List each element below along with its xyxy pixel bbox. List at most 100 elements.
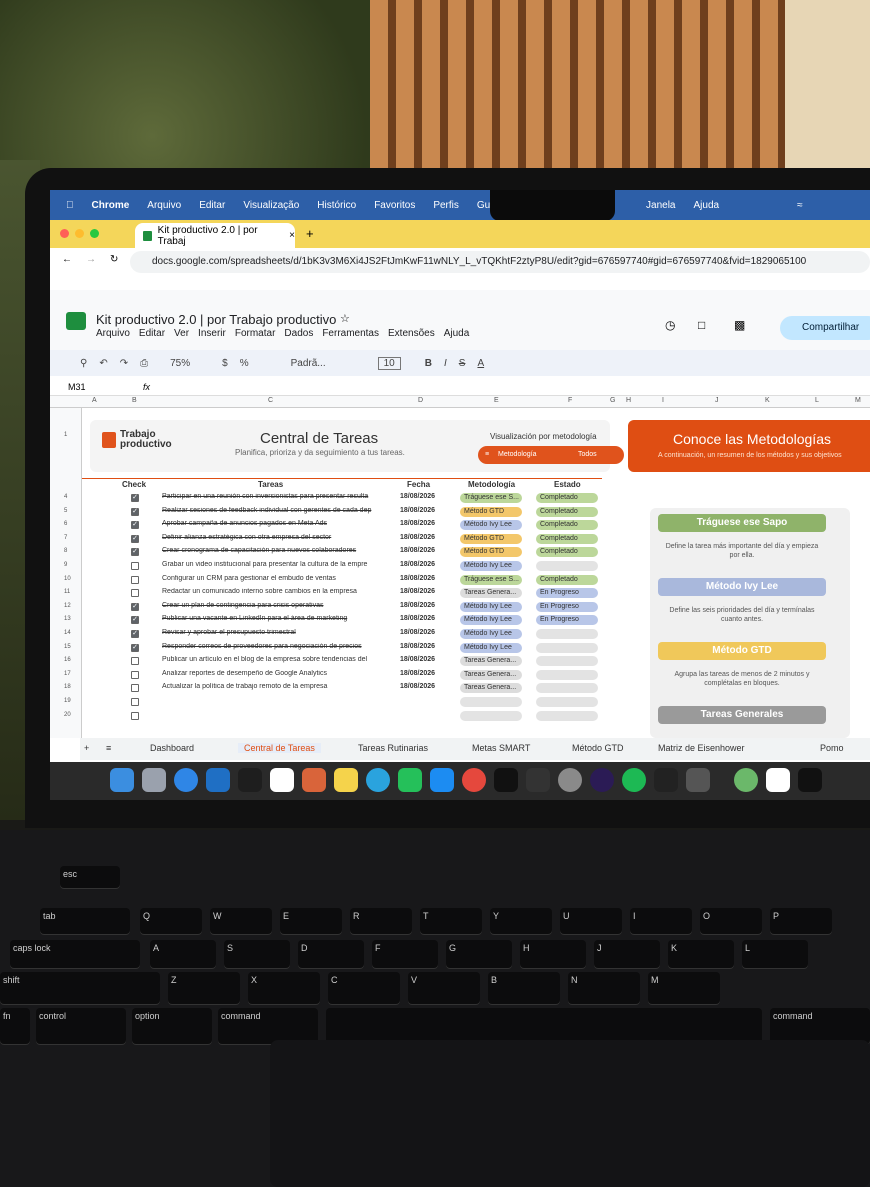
tab-metodo-gtd[interactable]: Método GTD (572, 743, 624, 753)
strikethrough-icon[interactable]: S (459, 358, 466, 369)
task-name[interactable]: Configurar un CRM para gestionar el embu… (162, 575, 382, 582)
terminal-icon[interactable] (798, 768, 822, 792)
task-name[interactable]: Analizar reportes de desempeño de Google… (162, 670, 382, 677)
wifi-icon[interactable]: ≈ (797, 200, 803, 211)
menu-perfis[interactable]: Perfis (433, 200, 459, 211)
menu-visualizacao[interactable]: Visualização (243, 200, 299, 211)
key-esc[interactable]: esc (60, 866, 120, 888)
key-a[interactable]: A (150, 940, 216, 968)
status-dropdown[interactable] (536, 561, 598, 571)
key-x[interactable]: X (248, 972, 320, 1004)
task-date[interactable]: 18/08/2026 (400, 507, 435, 514)
row-number[interactable]: 17 (64, 671, 71, 677)
row-number[interactable]: 16 (64, 657, 71, 663)
col-l[interactable]: L (815, 397, 819, 404)
camera-app-icon[interactable] (526, 768, 550, 792)
col-c[interactable]: C (268, 397, 273, 404)
vscode-icon[interactable] (206, 768, 230, 792)
col-g[interactable]: G (610, 397, 615, 404)
task-name[interactable]: Participar en una reunión con inversioni… (162, 493, 382, 500)
sheets-menu-ver[interactable]: Ver (174, 328, 189, 339)
r-app-icon[interactable] (654, 768, 678, 792)
task-name[interactable]: Definir alianza estratégica con otra emp… (162, 534, 382, 541)
key-b[interactable]: B (488, 972, 560, 1004)
task-date[interactable]: 18/08/2026 (400, 534, 435, 541)
app-store-icon[interactable] (430, 768, 454, 792)
tab-matriz-eisenhower[interactable]: Matriz de Eisenhower (658, 743, 745, 753)
name-box[interactable]: M31 (68, 382, 86, 392)
key-o[interactable]: O (700, 908, 762, 934)
launchpad-icon[interactable] (142, 768, 166, 792)
task-checkbox[interactable]: ✓ (131, 494, 139, 502)
key-g[interactable]: G (446, 940, 512, 968)
italic-icon[interactable]: I (444, 358, 447, 369)
sheets-menu-arquivo[interactable]: Arquivo (96, 328, 130, 339)
task-checkbox[interactable] (131, 575, 139, 584)
menu-favoritos[interactable]: Favoritos (374, 200, 415, 211)
trackpad[interactable] (270, 1040, 870, 1187)
browser-tab-active[interactable]: Kit productivo 2.0 | por Trabaj × (135, 223, 295, 248)
notes-icon[interactable] (334, 768, 358, 792)
menu-app-name[interactable]: Chrome (92, 200, 130, 211)
key-tab[interactable]: tab (40, 908, 130, 934)
status-dropdown[interactable]: Completado (536, 520, 598, 531)
key-n[interactable]: N (568, 972, 640, 1004)
notion-icon[interactable] (766, 768, 790, 792)
methodology-dropdown[interactable]: Método Ivy Lee (460, 520, 522, 531)
row-number[interactable]: 4 (64, 494, 67, 500)
whatsapp-icon[interactable] (398, 768, 422, 792)
key-c[interactable]: C (328, 972, 400, 1004)
key-k[interactable]: K (668, 940, 734, 968)
forward-icon[interactable]: → (86, 254, 96, 265)
key-p[interactable]: P (770, 908, 832, 934)
methodology-dropdown[interactable]: Método Ivy Lee (460, 615, 522, 626)
back-icon[interactable]: ← (62, 254, 72, 265)
methodology-dropdown[interactable]: Método Ivy Lee (460, 629, 522, 639)
task-name[interactable]: Aprobar campaña de anuncios pagados en M… (162, 520, 382, 527)
meet-icon[interactable]: ▩ (734, 318, 745, 332)
percent-icon[interactable]: % (240, 358, 249, 369)
address-bar[interactable]: docs.google.com/spreadsheets/d/1bK3v3M6X… (130, 251, 870, 273)
col-j[interactable]: J (715, 397, 719, 404)
status-dropdown[interactable] (536, 710, 598, 721)
text-color-icon[interactable]: A (477, 358, 484, 369)
undo-icon[interactable]: ↶ (99, 358, 107, 369)
methodology-filter[interactable]: ≡ Metodología Todos (478, 446, 624, 464)
key-e[interactable]: E (280, 908, 342, 934)
task-name[interactable]: Redactar un comunicado interno sobre cam… (162, 588, 382, 595)
minimize-window-dot[interactable] (75, 229, 84, 238)
key-caps-lock[interactable]: caps lock (10, 940, 140, 968)
tab-central-de-tareas[interactable]: Central de Tareas (238, 743, 321, 753)
task-name[interactable]: Realizar sesiones de feedback individual… (162, 507, 382, 514)
col-m[interactable]: M (855, 397, 861, 404)
row-number[interactable]: 18 (64, 684, 71, 690)
task-checkbox[interactable] (131, 657, 139, 666)
sheets-menu-formatar[interactable]: Formatar (235, 328, 276, 339)
key-control[interactable]: control (36, 1008, 126, 1044)
task-checkbox[interactable] (131, 711, 139, 720)
filter-value[interactable]: Todos (578, 446, 597, 464)
task-checkbox[interactable] (131, 562, 139, 570)
tab-dashboard[interactable]: Dashboard (150, 743, 194, 753)
row-number[interactable]: 5 (64, 508, 67, 514)
tab-pomo[interactable]: Pomo (820, 743, 844, 753)
font-select[interactable]: Padrã... (291, 358, 326, 369)
key-r[interactable]: R (350, 908, 412, 934)
sheets-menu-dados[interactable]: Dados (284, 328, 313, 339)
col-i[interactable]: I (662, 397, 664, 404)
new-tab-icon[interactable]: + (306, 226, 314, 241)
methodology-dropdown[interactable]: Tareas Genera... (460, 669, 522, 680)
methodology-dropdown[interactable]: Método GTD (460, 547, 522, 558)
redo-icon[interactable]: ↷ (120, 358, 128, 369)
key-i[interactable]: I (630, 908, 692, 934)
task-name[interactable]: Responder correos de proveedores para ne… (162, 643, 382, 650)
methodology-dropdown[interactable]: Método Ivy Lee (460, 642, 522, 653)
reload-icon[interactable]: ↻ (110, 254, 118, 265)
methodology-dropdown[interactable]: Tareas Genera... (460, 588, 522, 599)
task-checkbox[interactable]: ✓ (131, 616, 139, 625)
task-name[interactable]: Actualizar la política de trabajo remoto… (162, 683, 382, 690)
row-number[interactable]: 7 (64, 535, 67, 541)
key-fn[interactable]: fn (0, 1008, 30, 1044)
status-dropdown[interactable] (536, 683, 598, 694)
row-number[interactable]: 20 (64, 712, 71, 718)
